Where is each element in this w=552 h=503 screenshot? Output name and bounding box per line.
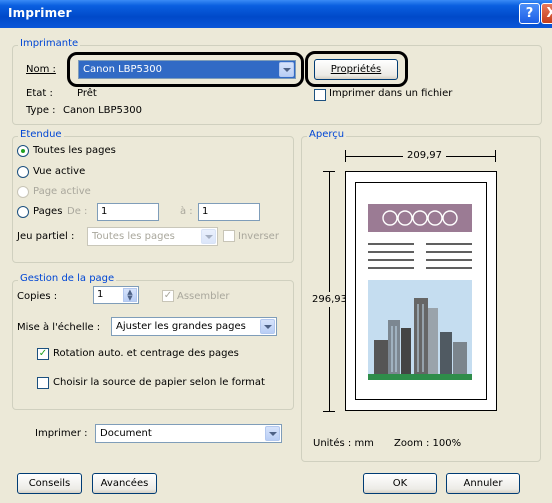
print-what-select[interactable]: Document [95, 424, 282, 443]
printer-type-label: Type : [26, 105, 56, 116]
printer-state-value: Prêt [77, 88, 97, 99]
highlight-properties [305, 51, 408, 87]
page-preview [345, 171, 497, 411]
handling-group-label: Gestion de la page [18, 273, 117, 284]
from-label: De : [67, 206, 88, 217]
current-view-radio[interactable] [17, 166, 29, 178]
pages-label: Pages [33, 206, 63, 217]
scaling-select[interactable]: Ajuster les grandes pages [111, 317, 277, 336]
copies-field[interactable]: 1 ▲ ▼ [93, 286, 139, 304]
spinner-icon[interactable]: ▲ ▼ [123, 288, 137, 302]
current-view-label: Vue active [33, 166, 86, 177]
from-field[interactable]: 1 [97, 203, 159, 221]
preview-banner [368, 204, 472, 232]
printer-state-label: Etat : [26, 88, 53, 99]
highlight-printer-name [67, 52, 304, 87]
print-what-label: Imprimer : [35, 428, 88, 439]
print-to-file-label: Imprimer dans un fichier [329, 88, 453, 99]
print-dialog: Imprimer ? X Imprimante Nom : Canon LBP5… [0, 0, 552, 503]
cancel-button[interactable]: Annuler [446, 473, 520, 494]
copies-label: Copies : [17, 291, 58, 302]
printer-type-value: Canon LBP5300 [63, 105, 142, 116]
height-dimension-line [329, 171, 330, 411]
chevron-down-icon[interactable] [265, 426, 280, 441]
print-to-file-checkbox[interactable] [314, 89, 326, 101]
units-label: Unités : mm [313, 438, 374, 449]
reverse-checkbox[interactable] [223, 230, 235, 242]
chevron-down-icon[interactable] [201, 229, 216, 244]
tips-button[interactable]: Conseils [17, 473, 82, 494]
print-what-value: Document [100, 428, 152, 439]
all-pages-label: Toutes les pages [33, 145, 116, 156]
autorotate-label: Rotation auto. et centrage des pages [53, 348, 239, 359]
close-button[interactable]: X [541, 3, 552, 24]
width-value: 209,97 [403, 150, 446, 161]
title-bar: Imprimer ? X [0, 0, 552, 28]
advanced-button[interactable]: Avancées [92, 473, 157, 494]
printer-name-label: Nom : [26, 64, 56, 75]
all-pages-radio[interactable] [17, 145, 29, 157]
range-group-label: Etendue [18, 129, 64, 140]
current-page-label: Page active [33, 186, 91, 197]
choose-source-label: Choisir la source de papier selon le for… [53, 377, 265, 388]
height-value: 296,93 [312, 292, 347, 307]
city-image [368, 280, 472, 380]
autorotate-checkbox[interactable]: ✓ [37, 348, 49, 360]
ok-button[interactable]: OK [363, 473, 437, 494]
preview-group-label: Aperçu [307, 129, 347, 140]
help-button[interactable]: ? [519, 3, 540, 24]
dimension-tick [323, 411, 335, 412]
subset-label: Jeu partiel : [17, 231, 75, 242]
subset-select[interactable]: Toutes les pages [87, 227, 218, 246]
zoom-label: Zoom : 100% [394, 438, 462, 449]
scaling-value: Ajuster les grandes pages [116, 321, 246, 332]
circles-graphic [382, 210, 458, 226]
dimension-tick [345, 150, 346, 162]
collate-label: Assembler [177, 291, 230, 302]
scaling-label: Mise à l'échelle : [17, 322, 101, 333]
current-page-radio[interactable] [17, 186, 29, 198]
dimension-tick [495, 150, 496, 162]
window-title: Imprimer [8, 6, 72, 20]
to-field[interactable]: 1 [198, 203, 260, 221]
printer-group-label: Imprimante [18, 38, 81, 49]
text-lines-graphic [368, 243, 472, 269]
to-label: à : [180, 206, 193, 217]
pages-radio[interactable] [17, 206, 29, 218]
reverse-label: Inverser [238, 231, 279, 242]
collate-checkbox[interactable]: ✓ [162, 290, 174, 302]
choose-source-checkbox[interactable] [37, 377, 49, 389]
subset-value: Toutes les pages [92, 231, 175, 242]
chevron-down-icon[interactable] [260, 319, 275, 334]
dimension-tick [323, 171, 335, 172]
